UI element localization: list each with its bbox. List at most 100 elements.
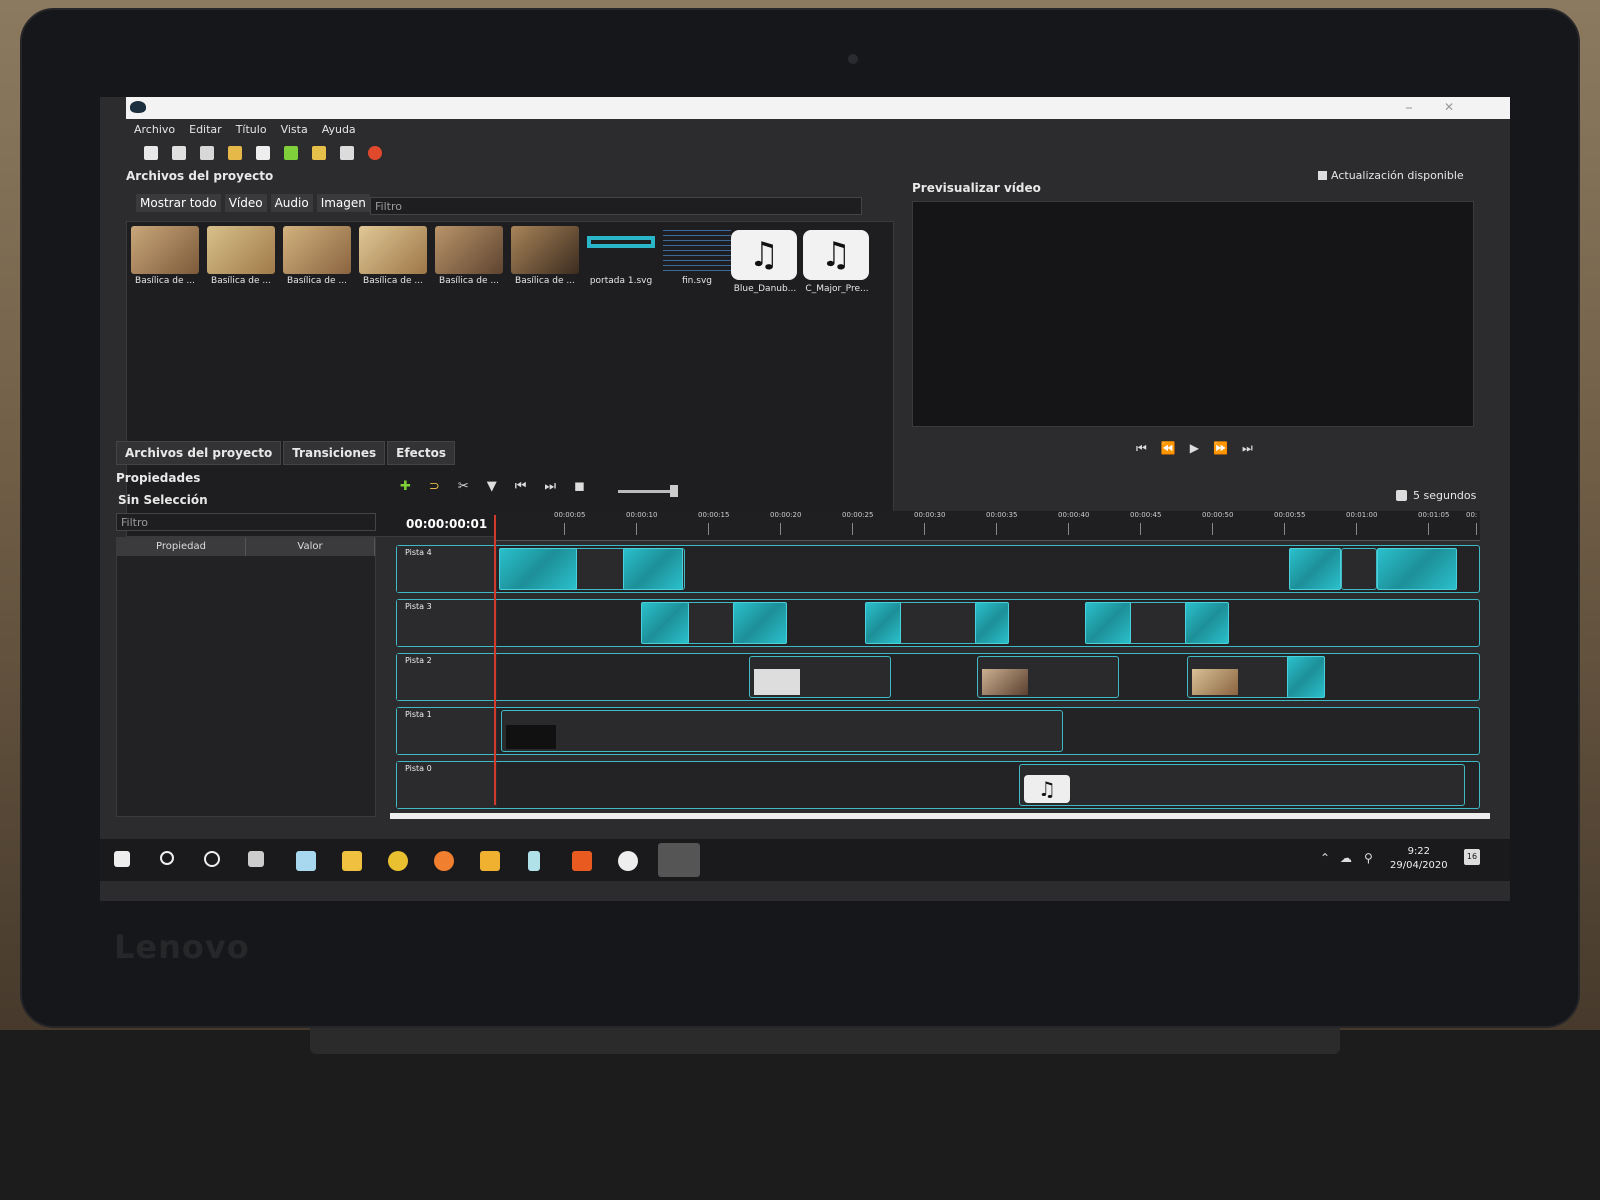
track-4[interactable]: Pista 4 (396, 545, 1480, 593)
fullscreen-icon[interactable] (340, 146, 354, 160)
file-thumbnail[interactable] (663, 226, 731, 274)
add-marker-icon[interactable]: ▼ (487, 479, 497, 494)
app-icon[interactable] (296, 851, 316, 871)
timeline-clip[interactable] (749, 656, 891, 698)
transition-clip[interactable] (499, 548, 577, 590)
menu-titulo[interactable]: Título (236, 123, 267, 136)
timeline-clip[interactable] (1341, 548, 1377, 590)
firefox-icon[interactable] (434, 851, 454, 871)
audio-clip[interactable]: ♫ (1019, 764, 1465, 806)
cloud-icon[interactable]: ☁ (1340, 851, 1352, 865)
fast-forward-icon[interactable]: ⏩ (1213, 441, 1228, 456)
file-thumbnail[interactable] (511, 226, 579, 274)
ruler-tick: 00:00:50 (1202, 511, 1234, 535)
file-label: C_Major_Pre... (805, 284, 869, 294)
music-note-icon[interactable]: ♫ (803, 230, 869, 280)
zoom-slider[interactable] (618, 490, 678, 493)
export-video-icon[interactable] (368, 146, 382, 160)
music-note-icon[interactable]: ♫ (731, 230, 797, 280)
zoom-slider-handle[interactable] (670, 485, 678, 497)
jump-start-icon[interactable]: ⏮ (1136, 441, 1147, 456)
menu-archivo[interactable]: Archivo (134, 123, 175, 136)
openshot-icon[interactable] (658, 843, 700, 877)
add-track-icon[interactable]: ✚ (400, 479, 411, 494)
save-project-icon[interactable] (200, 146, 214, 160)
search-icon[interactable] (160, 851, 174, 865)
file-thumbnail[interactable] (435, 226, 503, 274)
transition-clip[interactable] (733, 602, 787, 644)
track-3[interactable]: Pista 3 (396, 599, 1480, 647)
file-thumbnail[interactable] (283, 226, 351, 274)
file-thumbnail[interactable] (587, 226, 655, 274)
rewind-icon[interactable]: ⏪ (1161, 441, 1176, 456)
new-project-icon[interactable] (144, 146, 158, 160)
ruler-tick: 00:00:10 (626, 511, 658, 535)
transition-clip[interactable] (1185, 602, 1229, 644)
laptop-base (0, 1030, 1600, 1200)
update-available[interactable]: Actualización disponible (1318, 169, 1464, 182)
track-0[interactable]: Pista 0 ♫ (396, 761, 1480, 809)
tab-transitions[interactable]: Transiciones (283, 441, 386, 465)
chevron-up-icon[interactable]: ⌃ (1320, 851, 1330, 865)
start-icon[interactable] (114, 851, 130, 867)
column-property[interactable]: Propiedad (117, 538, 246, 556)
timeline-ruler[interactable]: 00:00:05 00:00:10 00:00:15 00:00:20 00:0… (496, 511, 1480, 541)
jump-end-icon[interactable]: ⏭ (1242, 441, 1253, 456)
menu-vista[interactable]: Vista (281, 123, 308, 136)
timeline-clip[interactable] (501, 710, 1063, 752)
transition-clip[interactable] (865, 602, 901, 644)
chrome-icon[interactable] (388, 851, 408, 871)
network-icon[interactable]: ⚲ (1364, 851, 1373, 865)
track-1[interactable]: Pista 1 (396, 707, 1480, 755)
files-filter-input[interactable]: Filtro (370, 197, 862, 215)
tab-effects[interactable]: Efectos (387, 441, 455, 465)
razor-icon[interactable]: ✂ (458, 479, 469, 494)
tab-project-files[interactable]: Archivos del proyecto (116, 441, 282, 465)
file-thumbnail[interactable] (131, 226, 199, 274)
tab-show-all[interactable]: Mostrar todo (136, 194, 221, 212)
timeline-clip[interactable] (977, 656, 1119, 698)
app-icon[interactable] (480, 851, 500, 871)
transition-clip[interactable] (1289, 548, 1341, 590)
menu-ayuda[interactable]: Ayuda (322, 123, 356, 136)
notification-icon[interactable]: 16 (1464, 849, 1480, 865)
column-value[interactable]: Valor (246, 538, 375, 556)
app-icon[interactable] (528, 851, 540, 871)
track-2[interactable]: Pista 2 (396, 653, 1480, 701)
minimize-icon[interactable]: ⎯ (1406, 100, 1412, 115)
file-thumbnail[interactable] (207, 226, 275, 274)
transition-clip[interactable] (641, 602, 689, 644)
playhead[interactable] (494, 515, 496, 805)
open-project-icon[interactable] (172, 146, 186, 160)
import-files-icon[interactable] (284, 146, 298, 160)
ruler-tick: 00:00:35 (986, 511, 1018, 535)
properties-filter-input[interactable]: Filtro (116, 513, 376, 531)
timeline-scrollbar[interactable] (390, 813, 1490, 819)
tab-audio[interactable]: Audio (270, 194, 313, 212)
acrobat-icon[interactable] (572, 851, 592, 871)
undo-icon[interactable] (228, 146, 242, 160)
tab-image[interactable]: Imagen (316, 194, 370, 212)
transition-clip[interactable] (975, 602, 1009, 644)
task-view-icon[interactable] (248, 851, 264, 867)
redo-icon[interactable] (256, 146, 270, 160)
file-label: Basílica de ... (363, 276, 423, 286)
previous-marker-icon[interactable]: ⏮ (515, 479, 527, 494)
system-clock[interactable]: 9:22 29/04/2020 (1390, 845, 1448, 873)
transition-clip[interactable] (1287, 656, 1325, 698)
play-icon[interactable]: ▶ (1190, 441, 1199, 456)
next-marker-icon[interactable]: ⏭ (544, 479, 556, 494)
file-explorer-icon[interactable] (342, 851, 362, 871)
profile-icon[interactable] (312, 146, 326, 160)
file-thumbnail[interactable] (359, 226, 427, 274)
snap-icon[interactable]: ⊃ (429, 479, 440, 494)
cortana-icon[interactable] (204, 851, 220, 867)
app-icon[interactable] (618, 851, 638, 871)
tab-video[interactable]: Vídeo (224, 194, 267, 212)
close-icon[interactable]: ✕ (1444, 100, 1454, 114)
transition-clip[interactable] (1377, 548, 1457, 590)
menu-editar[interactable]: Editar (189, 123, 222, 136)
center-playhead-icon[interactable]: ◼ (574, 479, 585, 494)
transition-clip[interactable] (1085, 602, 1131, 644)
transition-clip[interactable] (623, 548, 683, 590)
